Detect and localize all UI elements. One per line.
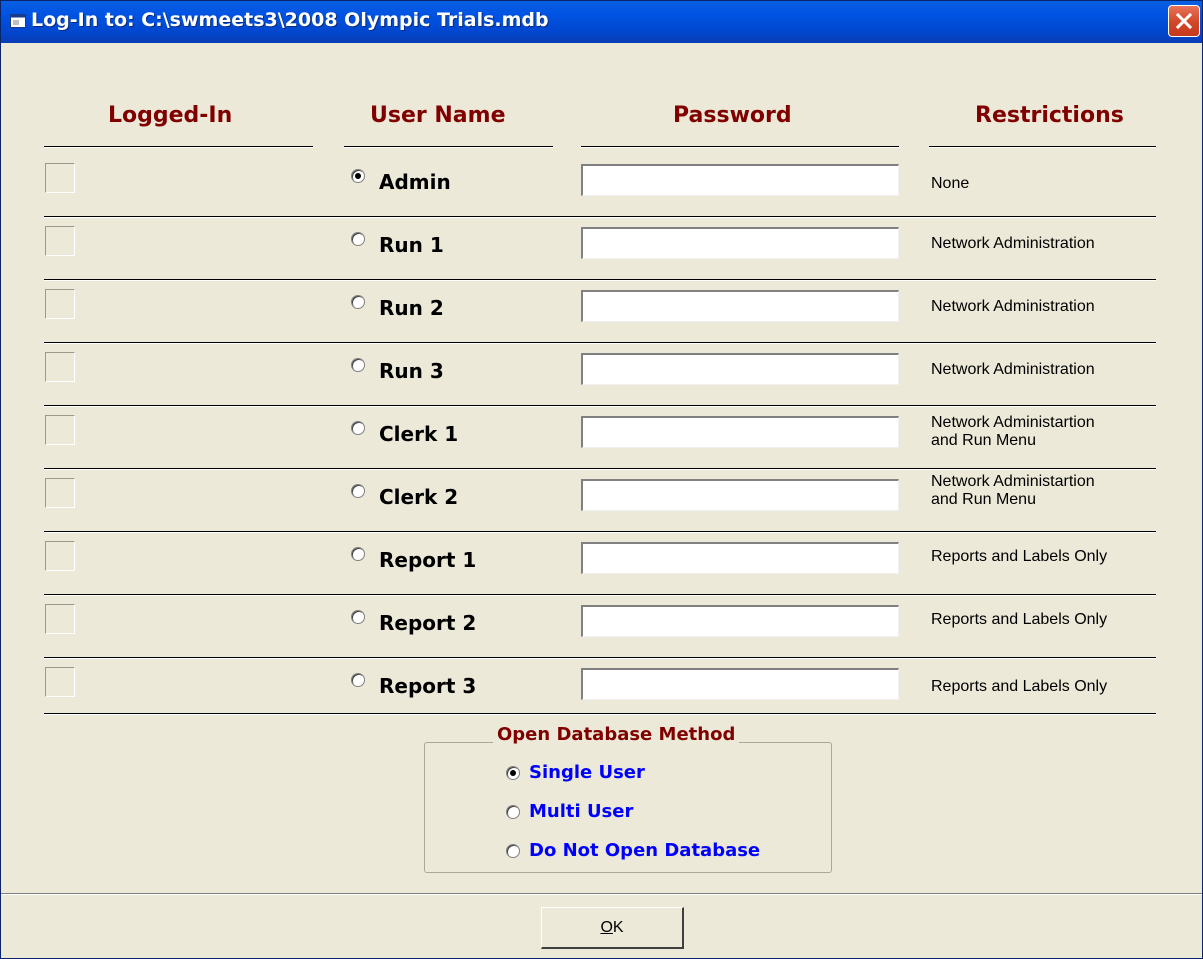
open-method-label: Open Database Method — [493, 724, 740, 745]
restriction-text: Network Administration — [931, 361, 1095, 378]
user-name-label[interactable]: Run 2 — [379, 296, 444, 320]
restriction-text: Network Administartion and Run Menu — [931, 473, 1191, 509]
header-user-name: User Name — [370, 103, 506, 128]
footer-separator — [1, 893, 1202, 895]
close-x-icon — [1175, 12, 1193, 30]
password-field-run-1[interactable] — [581, 227, 899, 259]
user-name-label[interactable]: Report 3 — [379, 674, 476, 698]
user-name-label[interactable]: Clerk 2 — [379, 485, 458, 509]
user-radio-run-1[interactable] — [351, 232, 365, 246]
header-divider — [929, 146, 1156, 148]
restriction-text: Network Administartion and Run Menu — [931, 414, 1191, 450]
password-field-run-2[interactable] — [581, 290, 899, 322]
do-not-open-label[interactable]: Do Not Open Database — [529, 840, 760, 861]
user-row-run-1: Run 1 Network Administration — [1, 217, 1202, 281]
user-radio-run-2[interactable] — [351, 295, 365, 309]
restriction-text: Reports and Labels Only — [931, 611, 1108, 628]
logged-in-indicator — [45, 478, 75, 508]
restriction-line: Network Administartion — [931, 414, 1095, 431]
ok-button[interactable]: OK — [541, 907, 684, 949]
logged-in-indicator — [45, 226, 75, 256]
restriction-line: and Run Menu — [931, 491, 1036, 508]
restriction-text: Reports and Labels Only — [931, 678, 1108, 695]
restriction-text: Network Administration — [931, 298, 1095, 315]
header-divider — [44, 146, 313, 148]
user-row-clerk-2: Clerk 2 Network Administartion and Run M… — [1, 469, 1202, 533]
logged-in-indicator — [45, 352, 75, 382]
header-restrictions: Restrictions — [975, 103, 1124, 128]
user-row-report-1: Report 1 Reports and Labels Only — [1, 532, 1202, 596]
logged-in-indicator — [45, 415, 75, 445]
password-field-run-3[interactable] — [581, 353, 899, 385]
user-name-label[interactable]: Clerk 1 — [379, 422, 458, 446]
user-radio-admin[interactable] — [351, 169, 365, 183]
user-row-report-2: Report 2 Reports and Labels Only — [1, 595, 1202, 659]
restriction-line: and Run Menu — [931, 432, 1036, 449]
logged-in-indicator — [45, 541, 75, 571]
user-name-label[interactable]: Run 3 — [379, 359, 444, 383]
restriction-line: Network Administartion — [931, 473, 1095, 490]
login-dialog: Log-In to: C:\swmeets3\2008 Olympic Tria… — [0, 0, 1203, 959]
user-radio-report-2[interactable] — [351, 610, 365, 624]
restriction-text: Network Administration — [931, 235, 1095, 252]
user-name-label[interactable]: Run 1 — [379, 233, 444, 257]
user-row-run-3: Run 3 Network Administration — [1, 343, 1202, 407]
header-password: Password — [673, 103, 792, 128]
restriction-text: None — [931, 175, 970, 192]
window-title: Log-In to: C:\swmeets3\2008 Olympic Tria… — [31, 9, 549, 31]
window-icon — [10, 14, 26, 28]
do-not-open-radio[interactable] — [506, 844, 520, 858]
ok-label-rest: K — [612, 918, 624, 936]
user-row-admin: Admin None — [1, 154, 1202, 218]
password-field-clerk-1[interactable] — [581, 416, 899, 448]
close-button[interactable] — [1168, 5, 1200, 37]
user-radio-report-3[interactable] — [351, 673, 365, 687]
user-name-label[interactable]: Report 1 — [379, 548, 476, 572]
password-field-report-1[interactable] — [581, 542, 899, 574]
header-divider — [581, 146, 899, 148]
logged-in-indicator — [45, 667, 75, 697]
ok-accelerator: O — [600, 918, 613, 936]
user-row-report-3: Report 3 Reports and Labels Only — [1, 658, 1202, 720]
restriction-text: Reports and Labels Only — [931, 548, 1108, 565]
password-field-admin[interactable] — [581, 164, 899, 196]
logged-in-indicator — [45, 289, 75, 319]
password-field-report-2[interactable] — [581, 605, 899, 637]
user-name-label[interactable]: Admin — [379, 170, 451, 194]
row-divider — [44, 713, 1156, 715]
user-radio-clerk-1[interactable] — [351, 421, 365, 435]
multi-user-radio[interactable] — [506, 805, 520, 819]
header-logged-in: Logged-In — [108, 103, 233, 128]
user-radio-clerk-2[interactable] — [351, 484, 365, 498]
user-row-run-2: Run 2 Network Administration — [1, 280, 1202, 344]
user-name-label[interactable]: Report 2 — [379, 611, 476, 635]
single-user-radio[interactable] — [506, 766, 520, 780]
user-radio-run-3[interactable] — [351, 358, 365, 372]
single-user-label[interactable]: Single User — [529, 762, 645, 783]
logged-in-indicator — [45, 604, 75, 634]
header-divider — [344, 146, 553, 148]
user-radio-report-1[interactable] — [351, 547, 365, 561]
password-field-report-3[interactable] — [581, 668, 899, 700]
logged-in-indicator — [45, 163, 75, 193]
user-row-clerk-1: Clerk 1 Network Administartion and Run M… — [1, 406, 1202, 470]
password-field-clerk-2[interactable] — [581, 479, 899, 511]
multi-user-label[interactable]: Multi User — [529, 801, 633, 822]
title-bar[interactable]: Log-In to: C:\swmeets3\2008 Olympic Tria… — [1, 1, 1202, 43]
